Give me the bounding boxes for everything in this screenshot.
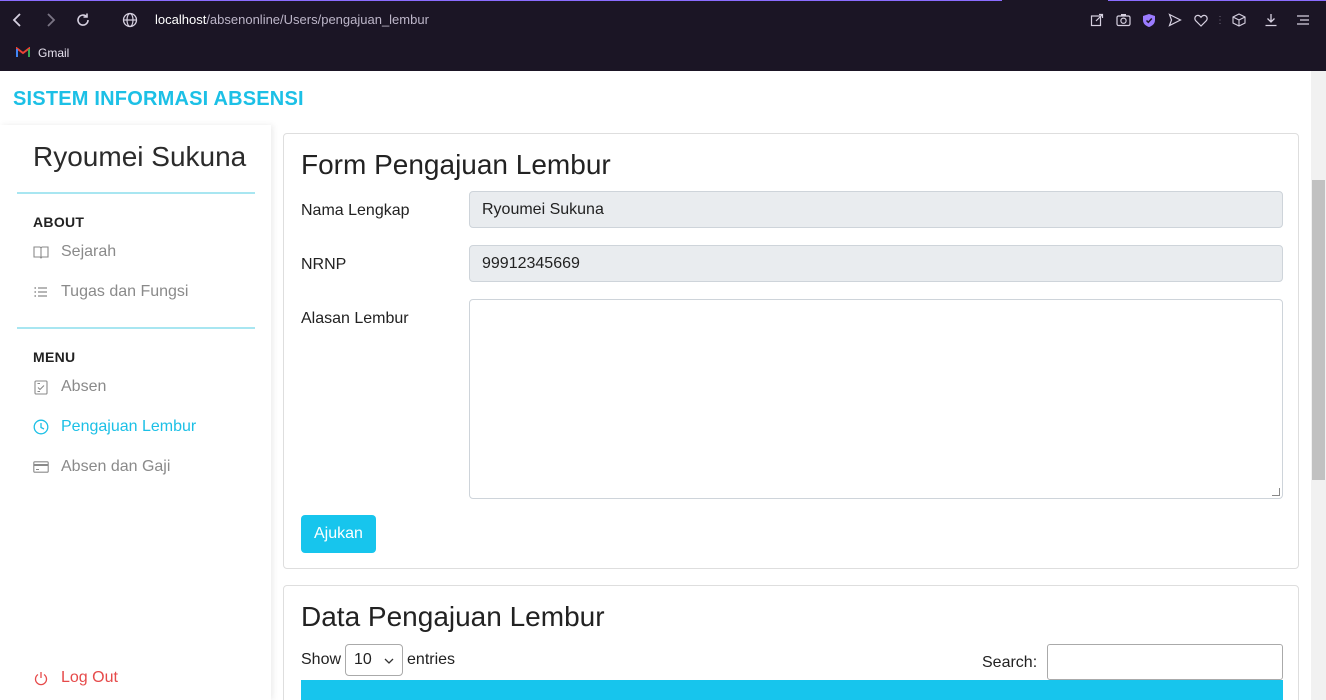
camera-icon[interactable]	[1110, 10, 1136, 30]
browser-toolbar: localhost/absenonline/Users/pengajuan_le…	[0, 0, 1326, 40]
entries-select[interactable]: 10	[345, 644, 404, 676]
bookmark-bar: Gmail	[16, 44, 69, 62]
search-label: Search:	[982, 654, 1038, 671]
show-label: Show	[301, 651, 342, 668]
logout-label: Log Out	[61, 669, 118, 686]
sidebar-item-label: Sejarah	[61, 243, 117, 260]
sidebar-item-absen-dan-gaji[interactable]: Absen dan Gaji	[33, 456, 170, 478]
menu-icon[interactable]	[1290, 10, 1316, 30]
entries-value: 10	[354, 651, 372, 668]
resize-handle-icon[interactable]	[1272, 488, 1280, 496]
url-host: localhost	[155, 12, 207, 27]
reason-label: Alasan Lembur	[301, 310, 409, 327]
share-icon[interactable]	[1084, 10, 1110, 30]
scrollbar-thumb[interactable]	[1312, 180, 1325, 480]
url-path: /absenonline/Users/pengajuan_lembur	[206, 12, 429, 27]
reason-textarea[interactable]	[469, 299, 1283, 499]
site-info-icon[interactable]	[120, 10, 140, 30]
bookmark-gmail[interactable]: Gmail	[38, 46, 69, 60]
form-title: Form Pengajuan Lembur	[301, 149, 611, 180]
book-icon	[33, 244, 49, 260]
page-content: SISTEM INFORMASI ABSENSI Ryoumei Sukuna …	[0, 71, 1311, 700]
clock-icon	[33, 419, 49, 435]
toolbar-divider: ⋮	[1215, 14, 1225, 26]
data-card: Data Pengajuan Lembur Show 10 entries Se…	[283, 585, 1299, 700]
entries-label: entries	[407, 651, 456, 668]
table-header	[301, 680, 1283, 700]
sidebar-item-sejarah[interactable]: Sejarah	[33, 241, 116, 263]
chevron-down-icon	[384, 651, 394, 669]
nrnp-field[interactable]: 99912345669	[469, 245, 1283, 282]
heart-icon[interactable]	[1188, 10, 1214, 30]
forward-icon[interactable]	[40, 10, 60, 30]
entries-length-control: Show 10 entries	[301, 644, 455, 676]
data-title: Data Pengajuan Lembur	[301, 601, 605, 632]
profile-name: Ryoumei Sukuna	[33, 141, 247, 172]
name-label: Nama Lengkap	[301, 202, 410, 219]
section-title-menu: MENU	[33, 349, 76, 365]
nrnp-label: NRNP	[301, 256, 347, 273]
send-icon[interactable]	[1162, 10, 1188, 30]
vpn-shield-icon[interactable]	[1136, 10, 1162, 30]
sidebar-divider	[17, 192, 255, 194]
sidebar-divider	[17, 327, 255, 329]
box-icon[interactable]	[1226, 10, 1252, 30]
download-icon[interactable]	[1258, 10, 1284, 30]
address-bar[interactable]: localhost/absenonline/Users/pengajuan_le…	[155, 12, 429, 27]
gmail-icon	[16, 46, 30, 61]
name-field[interactable]: Ryoumei Sukuna	[469, 191, 1283, 228]
sidebar-item-tugas-dan-fungsi[interactable]: Tugas dan Fungsi	[33, 281, 188, 303]
sidebar-item-label: Tugas dan Fungsi	[61, 283, 189, 300]
logout-button[interactable]: Log Out	[33, 667, 118, 689]
sidebar-item-label: Absen dan Gaji	[61, 458, 171, 475]
back-icon[interactable]	[8, 10, 28, 30]
card-icon	[33, 459, 49, 475]
sidebar-item-label: Pengajuan Lembur	[61, 418, 197, 435]
toolbar-icons: ⋮	[1084, 10, 1316, 30]
section-title-about: ABOUT	[33, 214, 85, 230]
browser-chrome: localhost/absenonline/Users/pengajuan_le…	[0, 0, 1326, 71]
power-icon	[33, 670, 49, 686]
search-input[interactable]	[1047, 644, 1283, 680]
reload-icon[interactable]	[73, 10, 93, 30]
form-card: Form Pengajuan Lembur Nama Lengkap Ryoum…	[283, 133, 1299, 569]
sidebar-item-label: Absen	[61, 378, 107, 395]
sidebar-item-pengajuan-lembur[interactable]: Pengajuan Lembur	[33, 416, 196, 438]
sidebar-item-absen[interactable]: Absen	[33, 376, 106, 398]
app-brand[interactable]: SISTEM INFORMASI ABSENSI	[13, 88, 304, 111]
sidebar: Ryoumei Sukuna ABOUT Sejarah Tugas dan F…	[0, 125, 271, 700]
checklist-icon	[33, 379, 49, 395]
submit-button[interactable]: Ajukan	[301, 515, 376, 553]
list-icon	[33, 284, 49, 300]
